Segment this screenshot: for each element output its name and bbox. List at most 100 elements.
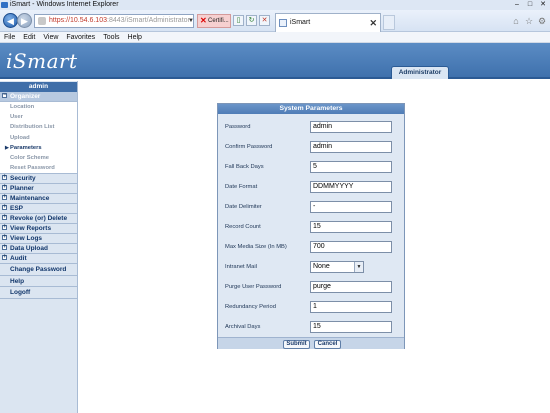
menu-help[interactable]: Help bbox=[124, 32, 146, 43]
menu-favorites[interactable]: Favorites bbox=[62, 32, 99, 43]
organizer-submenu: Location User Distribution List Upload ▶… bbox=[0, 102, 77, 175]
field-row-redundancy-period: Redundancy Period 1 bbox=[218, 301, 404, 315]
form-button-bar: Submit Cancel bbox=[218, 337, 404, 349]
redundancy-period-input[interactable]: 1 bbox=[310, 301, 392, 313]
sidebar-item-color-scheme[interactable]: Color Scheme bbox=[0, 152, 77, 164]
sidebar-item-upload[interactable]: Upload bbox=[0, 132, 77, 143]
sidebar-section-maintenance[interactable]: Maintenance bbox=[0, 193, 77, 205]
expand-icon bbox=[2, 183, 7, 191]
sidebar-section-data-upload[interactable]: Data Upload bbox=[0, 243, 77, 255]
app-header: iSmart Administrator bbox=[0, 43, 550, 79]
field-row-archival-days: Archival Days 15 bbox=[218, 321, 404, 335]
sidebar-item-location[interactable]: Location bbox=[0, 102, 77, 113]
tab-close-icon[interactable]: ✕ bbox=[369, 14, 377, 32]
sidebar-link-help[interactable]: Help bbox=[0, 276, 77, 288]
cancel-button[interactable]: Cancel bbox=[314, 340, 341, 349]
date-delimiter-input[interactable]: - bbox=[310, 201, 392, 213]
system-parameters-panel: System Parameters Password admin Confirm… bbox=[217, 103, 405, 349]
menu-edit[interactable]: Edit bbox=[19, 32, 39, 43]
expand-icon bbox=[2, 233, 7, 241]
expand-icon bbox=[2, 203, 7, 211]
ie-app-icon bbox=[1, 2, 8, 8]
field-label: Archival Days bbox=[225, 324, 261, 330]
browser-toolbar: ◀ ▶ https://10.54.6.103:8443/iSmart/Admi… bbox=[0, 10, 550, 32]
field-label: Max Media Size (In MB) bbox=[225, 244, 287, 250]
field-row-date-delimiter: Date Delimiter - bbox=[218, 201, 404, 215]
sidebar-section-view-logs[interactable]: View Logs bbox=[0, 233, 77, 245]
app-logo: iSmart bbox=[6, 49, 78, 73]
date-format-input[interactable]: DDMMYYYY bbox=[310, 181, 392, 193]
minimize-icon[interactable]: – bbox=[510, 0, 524, 10]
menu-file[interactable]: File bbox=[0, 32, 19, 43]
sidebar-section-planner[interactable]: Planner bbox=[0, 183, 77, 195]
maximize-icon[interactable]: □ bbox=[523, 0, 537, 10]
tools-gear-icon[interactable]: ⚙ bbox=[537, 16, 547, 26]
back-arrow-icon[interactable]: ◀ bbox=[3, 13, 18, 28]
certificate-error-badge[interactable]: ✕ Certifi... bbox=[197, 14, 231, 28]
sidebar-item-parameters[interactable]: ▶ Parameters bbox=[0, 142, 77, 153]
main-content: System Parameters Password admin Confirm… bbox=[79, 81, 550, 413]
active-arrow-icon: ▶ bbox=[5, 144, 9, 151]
sidebar-section-revoke-delete[interactable]: Revoke (or) Delete bbox=[0, 213, 77, 225]
address-dropdown-icon[interactable]: ▼ bbox=[186, 14, 196, 28]
stop-icon[interactable]: ✕ bbox=[259, 15, 270, 26]
sidebar-section-label: Revoke (or) Delete bbox=[10, 215, 68, 223]
panel-title: System Parameters bbox=[218, 104, 404, 114]
cert-error-icon: ✕ bbox=[200, 16, 207, 25]
sidebar-section-label: Organizer bbox=[10, 93, 41, 100]
sidebar-item-label: Parameters bbox=[10, 144, 42, 151]
cert-label: Certifi... bbox=[208, 18, 229, 24]
expand-icon bbox=[2, 253, 7, 261]
page-icon bbox=[279, 19, 287, 27]
new-tab-button[interactable] bbox=[383, 15, 395, 30]
select-value: None bbox=[313, 263, 330, 270]
sidebar: admin Organizer Location User Distributi… bbox=[0, 81, 78, 413]
menu-bar: File Edit View Favorites Tools Help bbox=[0, 32, 550, 43]
sidebar-item-user[interactable]: User bbox=[0, 112, 77, 123]
sidebar-link-change-password[interactable]: Change Password bbox=[0, 264, 77, 276]
field-label: Record Count bbox=[225, 224, 261, 230]
home-icon[interactable]: ⌂ bbox=[511, 16, 521, 26]
sidebar-section-organizer[interactable]: Organizer bbox=[0, 91, 77, 102]
sidebar-section-label: Audit bbox=[10, 255, 27, 263]
field-row-max-media-size: Max Media Size (In MB) 700 bbox=[218, 241, 404, 255]
sidebar-section-esp[interactable]: ESP bbox=[0, 203, 77, 215]
confirm-password-input[interactable]: admin bbox=[310, 141, 392, 153]
refresh-icon[interactable]: ↻ bbox=[246, 15, 257, 26]
favorites-star-icon[interactable]: ☆ bbox=[524, 16, 534, 26]
sidebar-item-reset-password[interactable]: Reset Password bbox=[0, 163, 77, 174]
fall-back-days-input[interactable]: 5 bbox=[310, 161, 392, 173]
password-input[interactable]: admin bbox=[310, 121, 392, 133]
record-count-input[interactable]: 15 bbox=[310, 221, 392, 233]
archival-days-input[interactable]: 15 bbox=[310, 321, 392, 333]
sidebar-section-audit[interactable]: Audit bbox=[0, 253, 77, 265]
sidebar-section-label: Data Upload bbox=[10, 245, 48, 253]
role-tab-administrator[interactable]: Administrator bbox=[391, 66, 449, 79]
sidebar-section-view-reports[interactable]: View Reports bbox=[0, 223, 77, 235]
sidebar-section-label: Security bbox=[10, 175, 36, 183]
menu-tools[interactable]: Tools bbox=[99, 32, 123, 43]
sidebar-link-logoff[interactable]: Logoff bbox=[0, 287, 77, 299]
window-title: iSmart - Windows Internet Explorer bbox=[10, 1, 119, 8]
purge-user-password-input[interactable]: purge bbox=[310, 281, 392, 293]
expand-icon bbox=[2, 213, 7, 221]
field-label: Confirm Password bbox=[225, 144, 273, 150]
compatibility-view-icon[interactable]: ▯ bbox=[233, 15, 244, 26]
field-row-purge-user-password: Purge User Password purge bbox=[218, 281, 404, 295]
close-window-icon[interactable]: ✕ bbox=[536, 0, 550, 10]
lock-icon bbox=[38, 17, 46, 25]
intranet-mail-select[interactable]: None ▼ bbox=[310, 261, 364, 273]
chevron-down-icon[interactable]: ▼ bbox=[354, 262, 363, 272]
address-bar[interactable]: https://10.54.6.103:8443/iSmart/Administ… bbox=[34, 14, 194, 28]
sidebar-section-security[interactable]: Security bbox=[0, 173, 77, 185]
submit-button[interactable]: Submit bbox=[283, 340, 310, 349]
sidebar-section-label: Maintenance bbox=[10, 195, 50, 203]
sidebar-item-distribution-list[interactable]: Distribution List bbox=[0, 122, 77, 133]
forward-arrow-icon[interactable]: ▶ bbox=[17, 13, 32, 28]
field-row-date-format: Date Format DDMMYYYY bbox=[218, 181, 404, 195]
browser-tab[interactable]: iSmart ✕ bbox=[275, 13, 381, 32]
field-label: Purge User Password bbox=[225, 284, 282, 290]
sidebar-section-label: Planner bbox=[10, 185, 34, 193]
max-media-size-input[interactable]: 700 bbox=[310, 241, 392, 253]
menu-view[interactable]: View bbox=[39, 32, 62, 43]
